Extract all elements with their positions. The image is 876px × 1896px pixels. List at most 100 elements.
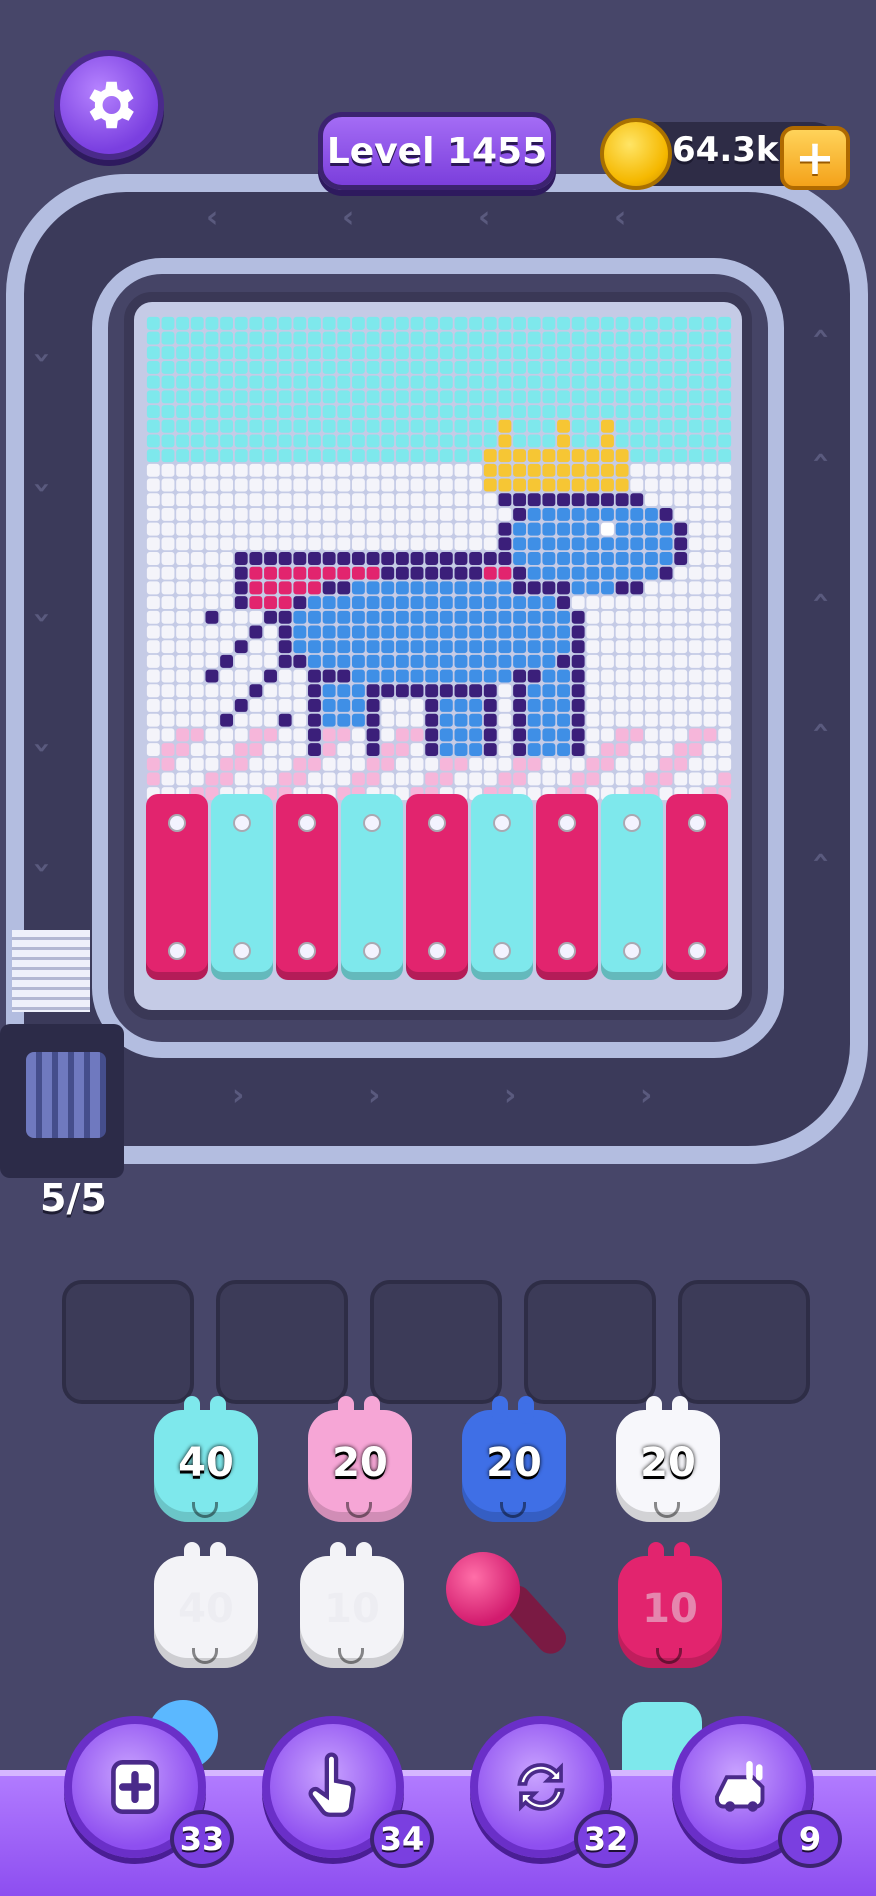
pixel-bead: [454, 684, 468, 698]
pixel-bead: [703, 375, 717, 389]
pixel-bead: [439, 507, 453, 521]
train-count: 9: [778, 1810, 842, 1868]
pixel-bead: [688, 596, 702, 610]
pixel-bead: [615, 566, 629, 580]
pixel-bead: [630, 625, 644, 639]
pixel-bead: [615, 728, 629, 742]
pixel-bead: [644, 699, 658, 712]
pixel-bead: [249, 757, 263, 771]
pixel-bead: [513, 375, 527, 389]
pixel-bead: [220, 405, 234, 418]
pixel-bead: [322, 405, 336, 418]
pixel-bead: [410, 405, 424, 418]
pixel-bead: [322, 772, 336, 786]
thread-unit[interactable]: 40: [154, 1396, 258, 1522]
track-arrow-icon: ‹: [206, 200, 219, 235]
thread-unit[interactable]: 10: [300, 1542, 404, 1668]
holding-slot[interactable]: [370, 1280, 502, 1404]
settings-button[interactable]: [54, 50, 164, 160]
pixel-bead: [395, 669, 409, 683]
pixel-bead: [615, 346, 629, 360]
hand-pick-count: 34: [370, 1810, 434, 1868]
pixel-bead: [146, 610, 160, 624]
pixel-bead: [264, 346, 277, 360]
pixel-bead: [469, 728, 483, 742]
pixel-bead: [644, 625, 658, 639]
pixel-bead: [439, 522, 453, 536]
pixel-bead: [557, 346, 570, 360]
add-coins-button[interactable]: +: [780, 126, 850, 190]
gate-hole: [168, 814, 186, 832]
pixel-bead: [483, 699, 497, 712]
pixel-bead: [659, 316, 673, 330]
pixel-bead: [176, 684, 190, 698]
pixel-bead: [249, 507, 263, 521]
pixel-bead: [586, 757, 600, 771]
thread-unit[interactable]: 40: [154, 1542, 258, 1668]
pixel-bead: [264, 566, 277, 580]
pixel-bead: [513, 596, 527, 610]
pixel-bead: [322, 581, 336, 595]
pixel-bead: [688, 478, 702, 492]
pixel-bead: [615, 596, 629, 610]
pixel-bead: [454, 360, 468, 374]
pixel-bead: [308, 346, 321, 360]
holding-slot[interactable]: [524, 1280, 656, 1404]
pixel-bead: [615, 375, 629, 389]
holding-slot[interactable]: [216, 1280, 348, 1404]
pixel-bead: [644, 566, 658, 580]
thread-unit[interactable]: 20: [616, 1396, 720, 1522]
pixel-bead: [205, 493, 219, 507]
pixel-bead: [513, 434, 527, 448]
thread-unit[interactable]: 10: [618, 1542, 722, 1668]
pixel-bead: [176, 360, 190, 374]
pixel-bead: [395, 405, 409, 418]
pixel-bead: [557, 537, 570, 551]
pixel-bead: [454, 743, 468, 757]
pixel-bead: [146, 419, 160, 433]
pixel-bead: [205, 346, 219, 360]
pixel-bead: [601, 728, 614, 742]
pixel-bead: [630, 684, 644, 698]
pixel-bead: [659, 654, 673, 668]
pixel-bead: [190, 390, 204, 404]
pixel-bead: [557, 610, 570, 624]
pixel-bead: [234, 552, 248, 565]
pixel-bead: [410, 654, 424, 668]
pixel-bead: [483, 346, 497, 360]
pixel-bead: [395, 684, 409, 698]
thread-unit[interactable]: 20: [462, 1396, 566, 1522]
pixel-bead: [190, 728, 204, 742]
holding-slot[interactable]: [62, 1280, 194, 1404]
pixel-bead: [586, 728, 600, 742]
pixel-bead: [688, 346, 702, 360]
pixel-bead: [439, 463, 453, 477]
pixel-bead: [615, 331, 629, 345]
holding-slot[interactable]: [678, 1280, 810, 1404]
pixel-bead: [674, 390, 688, 404]
pixel-bead: [425, 610, 439, 624]
pixel-bead: [308, 463, 321, 477]
pixel-bead: [425, 537, 439, 551]
pixel-bead: [586, 640, 600, 654]
pixel-bead: [483, 522, 497, 536]
pixel-bead: [659, 507, 673, 521]
pixel-bead: [351, 728, 365, 742]
pin-icon[interactable]: [446, 1552, 520, 1626]
pixel-bead: [146, 743, 160, 757]
track-arrow-icon: ›: [368, 1078, 381, 1113]
pixel-bead: [674, 728, 688, 742]
pixel-bead: [644, 728, 658, 742]
pixel-bead: [146, 434, 160, 448]
pixel-bead: [483, 360, 497, 374]
pixel-bead: [293, 419, 307, 433]
pixel-bead: [264, 772, 277, 786]
pixel-bead: [293, 405, 307, 418]
thread-unit[interactable]: 20: [308, 1396, 412, 1522]
pixel-bead: [571, 507, 585, 521]
pixel-bead: [469, 640, 483, 654]
pixel-bead: [513, 640, 527, 654]
track-arrow-icon: ‹: [478, 200, 491, 235]
pixel-bead: [644, 537, 658, 551]
pixel-bead: [337, 434, 351, 448]
